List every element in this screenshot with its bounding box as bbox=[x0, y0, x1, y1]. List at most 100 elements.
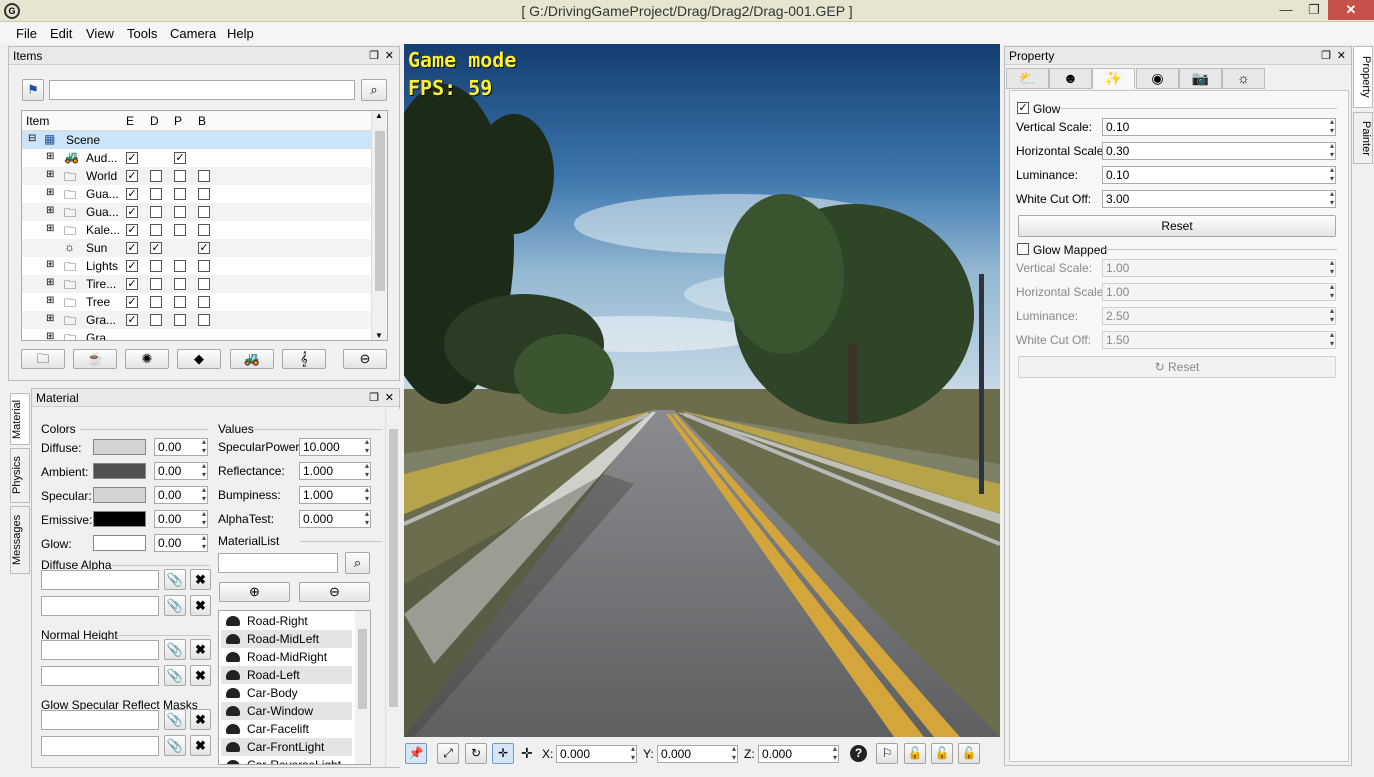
checkbox-p[interactable] bbox=[174, 314, 186, 326]
checkbox-b[interactable] bbox=[198, 206, 210, 218]
clear-button[interactable]: ✖ bbox=[190, 569, 211, 590]
color-swatch[interactable] bbox=[93, 511, 146, 527]
checkbox-e[interactable]: ✓ bbox=[126, 206, 138, 218]
y-coord-input[interactable]: 0.000 bbox=[657, 744, 738, 763]
tab-painter[interactable]: Painter bbox=[1353, 112, 1373, 164]
checkbox-e[interactable]: ✓ bbox=[126, 170, 138, 182]
scroll-down-icon[interactable]: ▼ bbox=[375, 331, 383, 340]
attach-button[interactable]: 📎 bbox=[164, 639, 186, 660]
tab-material[interactable]: Material bbox=[10, 393, 30, 445]
material-search-input[interactable] bbox=[218, 553, 338, 573]
move-tool-button[interactable]: ✛ bbox=[492, 743, 514, 764]
checkbox-d[interactable] bbox=[150, 314, 162, 326]
close-icon[interactable]: ✕ bbox=[385, 47, 394, 65]
menu-tools[interactable]: Tools bbox=[127, 26, 157, 41]
tree-row[interactable]: ⊞ 🗀 Gra... ✓ bbox=[22, 311, 372, 329]
checkbox-p[interactable] bbox=[174, 206, 186, 218]
property-field-input[interactable]: 1.50 bbox=[1102, 330, 1336, 349]
property-field-input[interactable]: 0.10 bbox=[1102, 117, 1336, 136]
tab-fog[interactable]: ☻ bbox=[1049, 68, 1092, 89]
checkbox-b[interactable] bbox=[198, 170, 210, 182]
attach-button[interactable]: 📎 bbox=[164, 665, 186, 686]
attach-button[interactable]: 📎 bbox=[164, 569, 186, 590]
tree-row[interactable]: ⊞ 🚜 Aud... ✓ ✓ bbox=[22, 149, 372, 167]
tree-row[interactable]: ⊞ 🗀 Gra... bbox=[22, 329, 372, 340]
tab-physics[interactable]: Physics bbox=[10, 448, 30, 503]
menu-camera[interactable]: Camera bbox=[170, 26, 216, 41]
col-d[interactable]: D bbox=[150, 114, 159, 128]
scroll-up-icon[interactable]: ▲ bbox=[375, 111, 383, 120]
x-coord-input[interactable]: 0.000 bbox=[556, 744, 637, 763]
float-icon[interactable]: ❐ bbox=[369, 47, 379, 65]
material-list-scrollbar[interactable] bbox=[355, 611, 370, 764]
material-scroll-thumb[interactable] bbox=[389, 429, 398, 707]
z-coord-input[interactable]: 0.000 bbox=[758, 744, 839, 763]
material-list-item[interactable]: Road-MidLeft bbox=[221, 630, 352, 648]
checkbox-p[interactable] bbox=[174, 224, 186, 236]
checkbox-b[interactable]: ✓ bbox=[198, 242, 210, 254]
checkbox-p[interactable] bbox=[174, 188, 186, 200]
attach-button[interactable]: 📎 bbox=[164, 709, 186, 730]
attach-button[interactable]: 📎 bbox=[164, 595, 186, 616]
checkbox-b[interactable] bbox=[198, 260, 210, 272]
add-material-button[interactable]: ⊕ bbox=[219, 582, 290, 602]
property-field-input[interactable]: 2.50 bbox=[1102, 306, 1336, 325]
texture-path-input[interactable] bbox=[41, 710, 159, 730]
checkbox-d[interactable] bbox=[150, 188, 162, 200]
close-icon[interactable]: ✕ bbox=[1337, 47, 1346, 65]
value-input[interactable]: 10.000 bbox=[299, 437, 371, 456]
color-swatch[interactable] bbox=[93, 487, 146, 503]
col-e[interactable]: E bbox=[126, 114, 134, 128]
col-p[interactable]: P bbox=[174, 114, 182, 128]
property-field-input[interactable]: 1.00 bbox=[1102, 258, 1336, 277]
value-input[interactable]: 1.000 bbox=[299, 461, 371, 480]
material-list-item[interactable]: Car-Window bbox=[221, 702, 352, 720]
minimize-button[interactable]: — bbox=[1272, 0, 1300, 20]
expand-icon[interactable]: ⊞ bbox=[46, 259, 54, 270]
color-value-input[interactable]: 0.00 bbox=[154, 509, 208, 528]
checkbox-b[interactable] bbox=[198, 278, 210, 290]
color-swatch[interactable] bbox=[93, 535, 146, 551]
reset-mapped-button[interactable]: ↻ Reset bbox=[1018, 356, 1336, 378]
color-value-input[interactable]: 0.00 bbox=[154, 437, 208, 456]
flag-tool-button[interactable]: ⚐ bbox=[876, 743, 898, 764]
checkbox-d[interactable] bbox=[150, 296, 162, 308]
checkbox-d[interactable] bbox=[150, 170, 162, 182]
checkbox-p[interactable]: ✓ bbox=[174, 152, 186, 164]
scale-tool-button[interactable]: ⤢ bbox=[437, 743, 459, 764]
diamond-button[interactable]: ◆ bbox=[177, 349, 221, 369]
clear-button[interactable]: ✖ bbox=[190, 735, 211, 756]
tree-row[interactable]: ⊞ 🗀 Tree ✓ bbox=[22, 293, 372, 311]
value-input[interactable]: 1.000 bbox=[299, 485, 371, 504]
game-viewport[interactable]: Game mode FPS: 59 bbox=[404, 44, 1000, 737]
light-button[interactable]: ✺ bbox=[125, 349, 169, 369]
tree-row[interactable]: ⊞ 🗀 Tire... ✓ bbox=[22, 275, 372, 293]
texture-path-input[interactable] bbox=[41, 666, 159, 686]
help-icon[interactable]: ? bbox=[850, 745, 867, 762]
tree-row[interactable]: ⊞ 🗀 Gua... ✓ bbox=[22, 185, 372, 203]
checkbox-e[interactable]: ✓ bbox=[126, 296, 138, 308]
material-list-item[interactable]: Road-MidRight bbox=[221, 648, 352, 666]
remove-material-button[interactable]: ⊖ bbox=[299, 582, 370, 602]
checkbox-p[interactable] bbox=[174, 296, 186, 308]
checkbox-e[interactable]: ✓ bbox=[126, 188, 138, 200]
lock-z-button[interactable]: 🔓 bbox=[958, 743, 980, 764]
music-button[interactable]: 𝄞 bbox=[282, 349, 326, 369]
attach-button[interactable]: 📎 bbox=[164, 735, 186, 756]
menu-edit[interactable]: Edit bbox=[50, 26, 72, 41]
tree-scroll-thumb[interactable] bbox=[375, 131, 385, 291]
checkbox-d[interactable] bbox=[150, 278, 162, 290]
expand-icon[interactable]: ⊞ bbox=[46, 331, 54, 340]
tree-row[interactable]: ⊞ 🗀 Kale... ✓ bbox=[22, 221, 372, 239]
value-input[interactable]: 0.000 bbox=[299, 509, 371, 528]
expand-icon[interactable]: ⊞ bbox=[46, 169, 54, 180]
tab-camera[interactable]: 📷 bbox=[1179, 68, 1222, 89]
checkbox-e[interactable]: ✓ bbox=[126, 152, 138, 164]
expand-icon[interactable]: ⊞ bbox=[46, 151, 54, 162]
checkbox-p[interactable] bbox=[174, 170, 186, 182]
col-b[interactable]: B bbox=[198, 114, 206, 128]
checkbox-e[interactable]: ✓ bbox=[126, 224, 138, 236]
property-field-input[interactable]: 0.30 bbox=[1102, 141, 1336, 160]
checkbox-d[interactable] bbox=[150, 206, 162, 218]
reset-button[interactable]: Reset bbox=[1018, 215, 1336, 237]
